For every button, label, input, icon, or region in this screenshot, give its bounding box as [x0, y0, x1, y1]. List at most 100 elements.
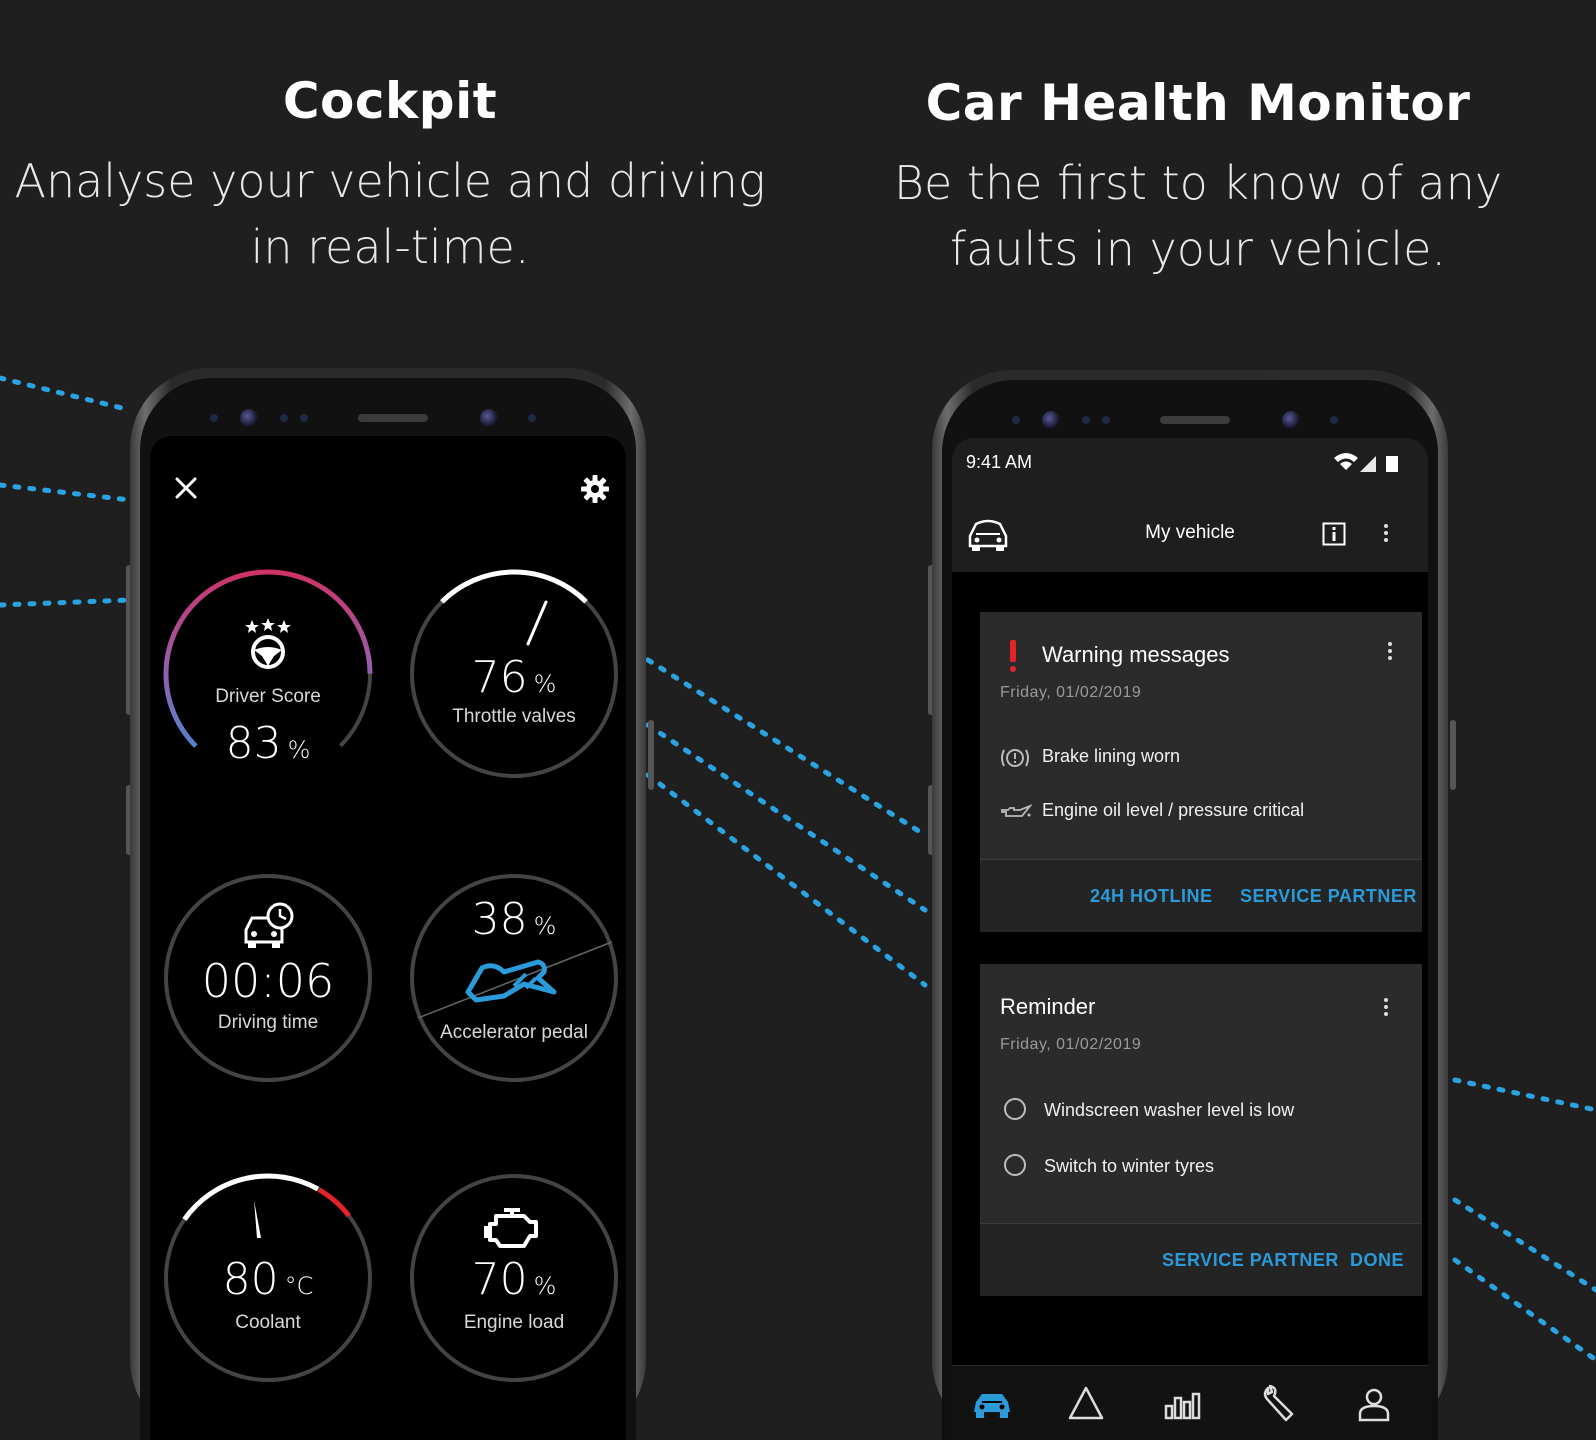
car-icon[interactable]	[972, 1384, 1012, 1424]
accelerator-gauge[interactable]: 38% Accelerator pedal	[408, 872, 620, 1084]
sensor-dot	[1082, 416, 1090, 424]
engine-load-number: 70	[471, 1254, 528, 1305]
driving-time-gauge[interactable]: 00:06 Driving time	[162, 872, 374, 1084]
reminder-card: Reminder Friday, 01/02/2019 Windscreen w…	[980, 964, 1422, 1296]
hotline-button[interactable]: 24H HOTLINE	[1090, 886, 1213, 907]
reminder-card-menu-icon[interactable]	[1384, 998, 1388, 1019]
wrench-icon[interactable]	[1258, 1384, 1298, 1424]
engine-load-label: Engine load	[463, 1312, 565, 1333]
warning-item[interactable]: Engine oil level / pressure critical	[1042, 800, 1304, 821]
phone-bezel: Driver Score 83% 76% Throttle valves 00:…	[140, 378, 636, 1440]
info-icon[interactable]	[1322, 522, 1346, 546]
stats-icon[interactable]	[1162, 1384, 1202, 1424]
warning-card-date: Friday, 01/02/2019	[1000, 684, 1142, 701]
health-monitor-subtitle-line1: Be the first to know of any	[893, 156, 1503, 210]
warning-messages-card: Warning messages Friday, 01/02/2019 Brak…	[980, 612, 1422, 932]
driver-score-unit: %	[287, 736, 311, 764]
cockpit-subtitle-line1: Analyse your vehicle and driving	[14, 154, 766, 208]
iris-camera	[480, 409, 498, 427]
driving-time-label: Driving time	[217, 1012, 319, 1033]
coolant-number: 80	[222, 1254, 279, 1305]
health-monitor-screen: 9:41 AM My vehicle Warning messages Frid…	[952, 438, 1428, 1440]
sensor-dot	[300, 414, 308, 422]
health-monitor-headline: Car Health Monitor Be the first to know …	[800, 74, 1596, 282]
warning-item[interactable]: Brake lining worn	[1042, 746, 1180, 767]
cockpit-title: Cockpit	[282, 72, 498, 130]
appbar-title: My vehicle	[1145, 522, 1235, 543]
driver-score-value: 83%	[162, 718, 374, 769]
coolant-value: 80 °C	[162, 1254, 374, 1305]
coolant-needle	[254, 1200, 261, 1238]
coolant-label: Coolant	[235, 1312, 301, 1333]
accelerator-unit: %	[533, 912, 557, 940]
reminder-card-date: Friday, 01/02/2019	[1000, 1036, 1142, 1053]
warning-card-menu-icon[interactable]	[1388, 642, 1392, 663]
profile-icon[interactable]	[1354, 1384, 1394, 1424]
reminder-card-title: Reminder	[1000, 994, 1096, 1019]
engine-load-gauge[interactable]: 70% Engine load	[408, 1172, 620, 1384]
cockpit-subtitle-line2: in real-time.	[250, 220, 530, 274]
throttle-needle	[526, 600, 548, 646]
sensor-dot	[1102, 416, 1110, 424]
bottom-navigation	[952, 1365, 1428, 1440]
gear-icon[interactable]	[580, 474, 610, 504]
pedal-icon	[465, 959, 557, 1003]
status-icons	[1334, 453, 1398, 472]
warning-exclamation-dot	[1010, 666, 1016, 672]
health-monitor-phone: 9:41 AM My vehicle Warning messages Frid…	[932, 370, 1448, 1440]
sensor-dot	[528, 414, 536, 422]
sensor-dot	[1012, 416, 1020, 424]
cockpit-headline: Cockpit Analyse your vehicle and driving…	[0, 72, 780, 280]
steering-wheel-stars-icon	[245, 618, 291, 669]
front-camera	[1042, 411, 1060, 429]
coolant-unit: °C	[284, 1272, 314, 1300]
reminder-radio[interactable]	[1004, 1154, 1026, 1176]
reminder-radio[interactable]	[1004, 1098, 1026, 1120]
throttle-unit: %	[533, 670, 557, 698]
accelerator-number: 38	[471, 894, 528, 945]
reminder-item: Switch to winter tyres	[1044, 1156, 1215, 1176]
throttle-number: 76	[471, 652, 528, 703]
more-options-icon[interactable]	[1384, 524, 1388, 545]
throttle-gauge[interactable]: 76% Throttle valves	[408, 568, 620, 780]
driver-score-number: 83	[225, 718, 282, 769]
warning-card-actions: 24H HOTLINE SERVICE PARTNER	[980, 859, 1422, 932]
done-button[interactable]: DONE	[1350, 1250, 1404, 1271]
throttle-value: 76%	[408, 652, 620, 703]
service-partner-button[interactable]: SERVICE PARTNER	[1162, 1250, 1339, 1271]
brake-warning-icon	[1001, 749, 1029, 767]
iris-camera	[1282, 411, 1300, 429]
service-partner-button[interactable]: SERVICE PARTNER	[1240, 886, 1417, 907]
driving-time-value: 00:06	[201, 954, 335, 1008]
health-monitor-title: Car Health Monitor	[925, 74, 1471, 132]
navigation-icon[interactable]	[1066, 1384, 1106, 1424]
accelerator-label: Accelerator pedal	[440, 1022, 588, 1043]
accelerator-value: 38%	[408, 894, 620, 945]
throttle-label: Throttle valves	[452, 706, 576, 727]
sensor-dot	[1330, 416, 1338, 424]
reminder-item: Windscreen washer level is low	[1044, 1100, 1295, 1120]
app-bar: My vehicle	[952, 498, 1428, 572]
earpiece-speaker	[358, 414, 428, 422]
phone-side-button	[648, 720, 654, 790]
cockpit-subtitle: Analyse your vehicle and driving in real…	[0, 148, 780, 280]
sensor-dot	[210, 414, 218, 422]
warning-exclamation-icon	[1010, 640, 1016, 662]
engine-icon	[484, 1208, 538, 1248]
coolant-gauge[interactable]: 80 °C Coolant	[162, 1172, 374, 1384]
front-camera	[240, 409, 258, 427]
engine-load-value: 70%	[408, 1254, 620, 1305]
warning-card-title: Warning messages	[1042, 642, 1230, 667]
oil-can-icon	[1001, 804, 1032, 817]
engine-load-unit: %	[533, 1272, 557, 1300]
status-time: 9:41 AM	[966, 452, 1033, 472]
driver-score-gauge[interactable]: Driver Score 83%	[162, 568, 374, 780]
car-clock-icon	[244, 902, 294, 948]
health-monitor-subtitle: Be the first to know of any faults in yo…	[800, 150, 1596, 282]
driver-score-label: Driver Score	[215, 686, 321, 707]
cockpit-screen: Driver Score 83% 76% Throttle valves 00:…	[150, 436, 626, 1440]
health-monitor-subtitle-line2: faults in your vehicle.	[949, 222, 1446, 276]
phone-side-button	[1450, 720, 1456, 790]
close-icon[interactable]	[174, 476, 198, 500]
cockpit-phone: Driver Score 83% 76% Throttle valves 00:…	[130, 368, 646, 1440]
